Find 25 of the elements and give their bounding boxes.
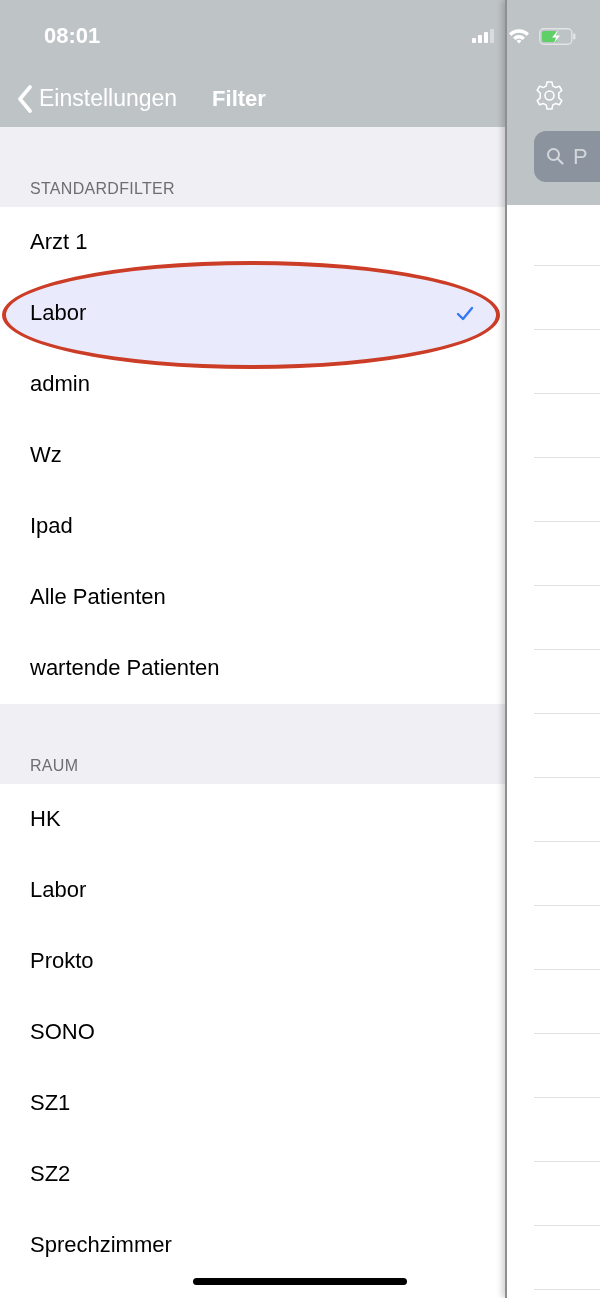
filter-item[interactable]: SZ2 bbox=[30, 1161, 71, 1188]
filter-item[interactable]: admin bbox=[30, 371, 90, 398]
battery-charging-icon bbox=[539, 28, 576, 45]
filter-item[interactable]: Wz bbox=[30, 442, 62, 469]
section-header: STANDARDFILTER bbox=[30, 180, 175, 198]
chevron-left-icon bbox=[17, 84, 33, 113]
section-header: RAUM bbox=[30, 757, 79, 775]
signal-icon bbox=[472, 29, 494, 43]
filter-item[interactable]: Alle Patienten bbox=[30, 584, 166, 611]
filter-item[interactable]: Ipad bbox=[30, 513, 73, 540]
search-icon bbox=[546, 147, 564, 165]
filter-item[interactable]: Arzt 1 bbox=[30, 229, 88, 256]
wifi-icon bbox=[508, 28, 530, 44]
filter-item[interactable]: Prokto bbox=[30, 948, 94, 975]
filter-item[interactable]: HK bbox=[30, 806, 61, 833]
filter-item[interactable]: SONO bbox=[30, 1019, 95, 1046]
filter-item[interactable]: Labor bbox=[30, 877, 87, 904]
status-time: 08:01 bbox=[44, 22, 101, 50]
filter-item[interactable]: Sprechzimmer bbox=[30, 1232, 172, 1259]
nav-title: Filter bbox=[212, 87, 266, 110]
filter-item[interactable]: wartende Patienten bbox=[30, 655, 220, 682]
filter-item[interactable]: Labor bbox=[30, 300, 87, 327]
settings-icon[interactable] bbox=[534, 79, 565, 112]
filter-item[interactable]: SZ1 bbox=[30, 1090, 71, 1117]
search-field[interactable]: P bbox=[534, 131, 600, 182]
